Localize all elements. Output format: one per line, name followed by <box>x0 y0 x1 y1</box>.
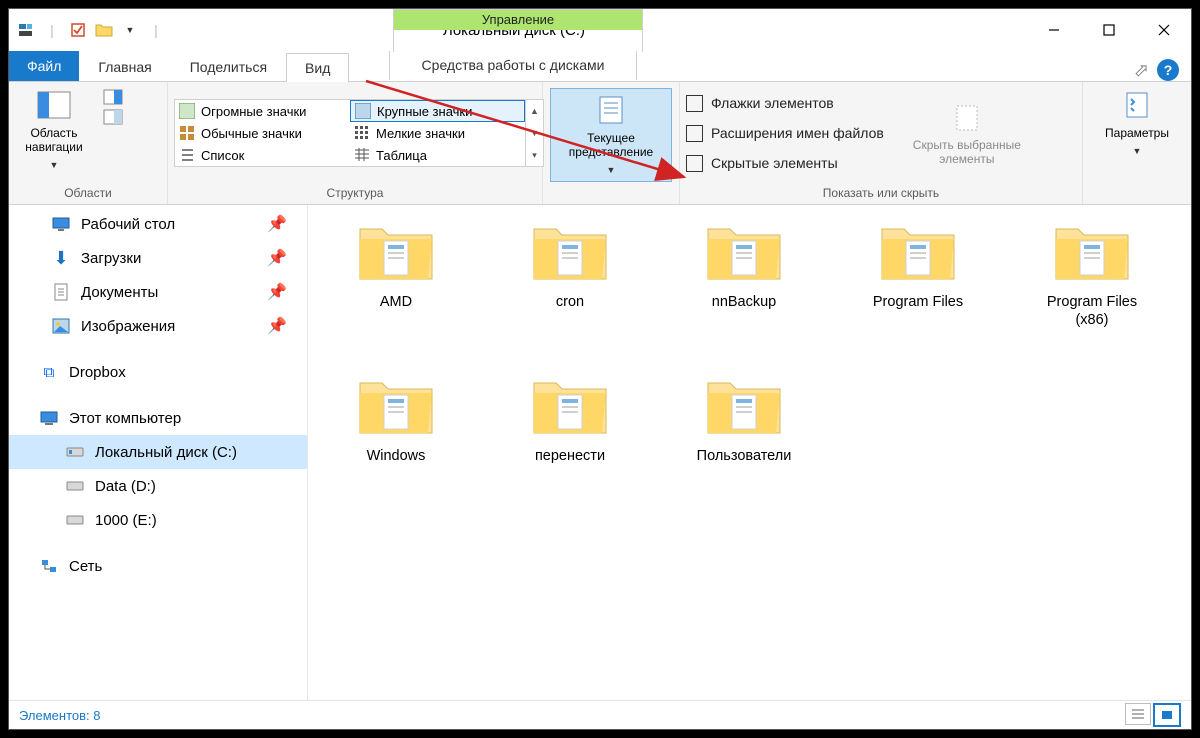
folder-item[interactable]: Windows <box>338 369 454 465</box>
options-button[interactable]: Параметры ▼ <box>1098 88 1176 158</box>
folder-item[interactable]: AMD <box>338 215 454 329</box>
file-extensions-toggle[interactable]: Расширения имен файлов <box>686 121 884 145</box>
ribbon-group-options: Параметры ▼ <box>1083 82 1191 204</box>
ribbon-show-hide-caption: Показать или скрыть <box>680 184 1082 204</box>
minimize-button[interactable] <box>1026 9 1081 51</box>
layout-extra-large[interactable]: Огромные значки <box>175 100 350 122</box>
current-view-label: Текущее представление <box>551 131 671 159</box>
nav-network[interactable]: Сеть <box>9 549 307 583</box>
folder-icon[interactable] <box>94 20 114 40</box>
contextual-subtab[interactable]: Средства работы с дисками <box>389 51 637 80</box>
ribbon-tabs: Файл Главная Поделиться Вид Средства раб… <box>9 51 1191 82</box>
folder-icon <box>702 369 786 441</box>
nav-pictures[interactable]: Изображения📌 <box>9 309 307 343</box>
layout-large[interactable]: Крупные значки <box>350 100 525 122</box>
current-view-button[interactable]: Текущее представление▼ <box>550 88 672 182</box>
layout-gallery[interactable]: Огромные значки Крупные значки ▲▼▾ Обычн… <box>174 99 544 167</box>
folder-icon <box>354 369 438 441</box>
nav-local-disk-c[interactable]: Локальный диск (C:) <box>9 435 307 469</box>
gallery-spinner[interactable]: ▲▼▾ <box>525 100 543 166</box>
folder-label: Windows <box>367 447 426 465</box>
folder-item[interactable]: перенести <box>512 369 628 465</box>
folder-label: nnBackup <box>712 293 777 311</box>
layout-medium[interactable]: Обычные значки <box>175 122 350 144</box>
view-tab[interactable]: Вид <box>286 53 349 82</box>
folder-icon <box>876 215 960 287</box>
status-item-count: Элементов: 8 <box>19 708 100 723</box>
qat-separator2: | <box>146 20 166 40</box>
nav-this-pc[interactable]: Этот компьютер <box>9 401 307 435</box>
folder-content[interactable]: AMD cron nnBackup Program Files Program … <box>308 205 1191 700</box>
folder-icon <box>528 369 612 441</box>
folder-label: Пользователи <box>697 447 792 465</box>
nav-1000-e[interactable]: 1000 (E:) <box>9 503 307 537</box>
folder-item[interactable]: Пользователи <box>686 369 802 465</box>
view-large-icons-button[interactable] <box>1153 703 1181 727</box>
folder-icon <box>1050 215 1134 287</box>
ribbon-panes-caption: Области <box>9 184 167 204</box>
pin-icon: 📌 <box>267 248 287 268</box>
ribbon-layout-caption: Структура <box>168 184 542 204</box>
navigation-pane-label: Область навигации <box>15 126 93 154</box>
layout-details[interactable]: Таблица <box>350 144 525 166</box>
folder-label: Program Files <box>873 293 963 311</box>
nav-documents[interactable]: Документы📌 <box>9 275 307 309</box>
explorer-window: | ▼ | Локальный диск (C:) Управление <box>8 8 1192 730</box>
folder-icon <box>702 215 786 287</box>
ribbon-group-panes: Область навигации▼ Области <box>9 82 168 204</box>
ribbon-group-layout: Огромные значки Крупные значки ▲▼▾ Обычн… <box>168 82 543 204</box>
help-icon[interactable]: ? <box>1157 59 1179 81</box>
nav-downloads[interactable]: ⬇Загрузки📌 <box>9 241 307 275</box>
folder-label: перенести <box>535 447 605 465</box>
maximize-button[interactable] <box>1081 9 1136 51</box>
folder-icon <box>528 215 612 287</box>
qat-dropdown-icon[interactable]: ▼ <box>120 20 140 40</box>
folder-icon <box>354 215 438 287</box>
quick-access-toolbar: | ▼ | <box>9 9 173 51</box>
qat-separator: | <box>42 20 62 40</box>
status-bar: Элементов: 8 <box>9 700 1191 729</box>
nav-desktop[interactable]: Рабочий стол📌 <box>9 207 307 241</box>
hide-selected-label: Скрыть выбранные элементы <box>912 138 1022 166</box>
work-area: Рабочий стол📌 ⬇Загрузки📌 Документы📌 Изоб… <box>9 205 1191 700</box>
home-tab[interactable]: Главная <box>79 52 170 81</box>
item-checkboxes-toggle[interactable]: Флажки элементов <box>686 91 884 115</box>
pin-icon: 📌 <box>267 282 287 302</box>
ribbon-group-current-view: Текущее представление▼ <box>543 82 680 204</box>
nav-dropbox[interactable]: ⧉Dropbox <box>9 355 307 389</box>
share-tab[interactable]: Поделиться <box>171 52 286 81</box>
nav-data-d[interactable]: Data (D:) <box>9 469 307 503</box>
hide-selected-button[interactable]: Скрыть выбранные элементы <box>912 100 1022 166</box>
navigation-tree[interactable]: Рабочий стол📌 ⬇Загрузки📌 Документы📌 Изоб… <box>9 205 308 700</box>
title-bar: | ▼ | Локальный диск (C:) Управление <box>9 9 1191 51</box>
options-label: Параметры <box>1105 126 1169 140</box>
folder-item[interactable]: Program Files <box>860 215 976 329</box>
pin-ribbon-icon[interactable]: ⬀ <box>1134 60 1149 81</box>
pin-icon: 📌 <box>267 316 287 336</box>
hidden-items-toggle[interactable]: Скрытые элементы <box>686 151 884 175</box>
pin-icon: 📌 <box>267 214 287 234</box>
folder-item[interactable]: nnBackup <box>686 215 802 329</box>
file-tab[interactable]: Файл <box>9 51 79 81</box>
folder-item[interactable]: cron <box>512 215 628 329</box>
preview-pane-button[interactable] <box>99 88 127 106</box>
ribbon: Область навигации▼ Области Огромные знач… <box>9 82 1191 205</box>
layout-small[interactable]: Мелкие значки <box>350 122 525 144</box>
folder-item[interactable]: Program Files (x86) <box>1034 215 1150 329</box>
app-icon <box>16 20 36 40</box>
view-details-button[interactable] <box>1125 703 1151 725</box>
folder-label: cron <box>556 293 584 311</box>
folder-label: AMD <box>380 293 412 311</box>
layout-list[interactable]: Список <box>175 144 350 166</box>
ribbon-group-show-hide: Флажки элементов Расширения имен файлов … <box>680 82 1083 204</box>
close-button[interactable] <box>1136 9 1191 51</box>
contextual-tab-block: Управление <box>393 9 643 52</box>
properties-icon[interactable] <box>68 20 88 40</box>
navigation-pane-button[interactable]: Область навигации▼ <box>15 88 93 172</box>
details-pane-button[interactable] <box>99 108 127 126</box>
folder-label: Program Files (x86) <box>1034 293 1150 329</box>
contextual-tab-header: Управление <box>394 10 642 30</box>
